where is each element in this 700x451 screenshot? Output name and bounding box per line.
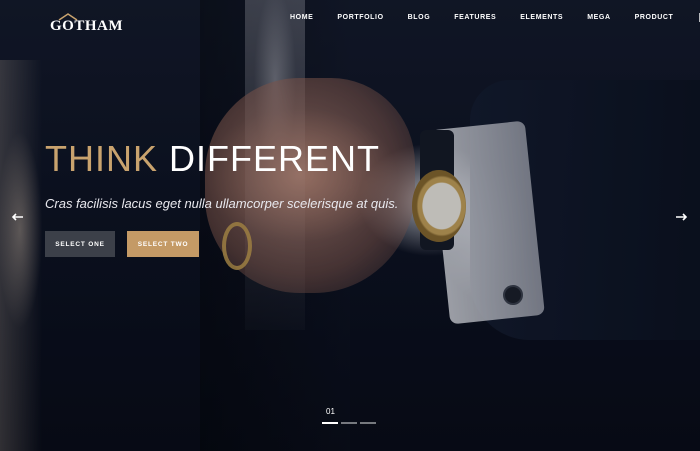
hero-slider: GOTHAM HOME PORTFOLIO BLOG FEATURES ELEM… [0, 0, 700, 451]
select-two-button[interactable]: SELECT TWO [127, 231, 199, 257]
nav-item-mega[interactable]: MEGA [587, 14, 610, 21]
slider-pagination [322, 422, 379, 424]
main-nav: HOME PORTFOLIO BLOG FEATURES ELEMENTS ME… [290, 12, 700, 22]
arrow-right-icon[interactable] [674, 210, 688, 224]
select-one-button[interactable]: SELECT ONE [45, 231, 115, 257]
site-logo[interactable]: GOTHAM [50, 18, 123, 35]
nav-item-home[interactable]: HOME [290, 14, 313, 21]
nav-item-blog[interactable]: BLOG [408, 14, 431, 21]
nav-item-portfolio[interactable]: PORTFOLIO [337, 14, 383, 21]
headline-accent: THINK [45, 138, 158, 179]
slide-number: 01 [326, 407, 335, 416]
headline-main: DIFFERENT [169, 138, 381, 179]
slider-dot-3[interactable] [360, 422, 376, 424]
nav-item-elements[interactable]: ELEMENTS [520, 14, 563, 21]
slider-dot-1[interactable] [322, 422, 338, 424]
nav-item-features[interactable]: FEATURES [454, 14, 496, 21]
site-header: GOTHAM HOME PORTFOLIO BLOG FEATURES ELEM… [0, 0, 700, 40]
hero-subtitle: Cras facilisis lacus eget nulla ullamcor… [45, 196, 399, 211]
slider-dot-2[interactable] [341, 422, 357, 424]
hero-overlay [0, 0, 700, 451]
hero-headline: THINK DIFFERENT [45, 138, 380, 180]
arrow-left-icon[interactable] [11, 210, 25, 224]
nav-item-product[interactable]: PRODUCT [635, 14, 674, 21]
